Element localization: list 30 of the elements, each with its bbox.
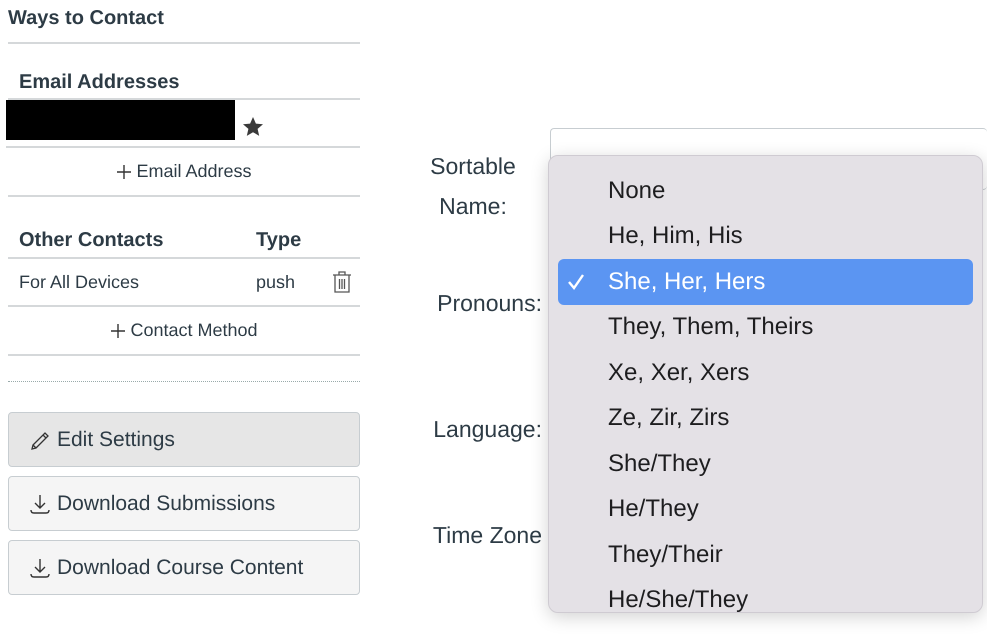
add-contact-method-button[interactable]: Contact Method [110, 320, 258, 341]
action-button[interactable]: Edit Settings [8, 412, 360, 467]
plus-icon [110, 322, 126, 338]
field-label: Language: [432, 415, 542, 443]
download-icon [29, 492, 51, 514]
add-email-button[interactable]: Email Address [116, 161, 252, 182]
menu-item[interactable]: They, Them, Theirs [558, 304, 973, 350]
menu-item[interactable]: Ze, Zir, Zirs [558, 396, 973, 441]
column-header: Email Addresses [19, 70, 180, 94]
column-header: Other Contacts [19, 228, 164, 252]
table-cell-text: For All Devices [19, 272, 140, 292]
column-header: Type [256, 228, 302, 252]
field-label: Time Zone [432, 522, 542, 549]
menu-item[interactable]: He/She/They [558, 578, 973, 623]
download-icon [29, 556, 51, 578]
action-button[interactable]: Download Course Content [8, 540, 360, 595]
section-title: Ways to Contact [8, 0, 360, 44]
checkmark-icon [567, 272, 585, 291]
table-cell-text: push [256, 272, 296, 292]
menu-item[interactable]: She/They [558, 441, 973, 486]
menu-item[interactable]: None [558, 168, 973, 214]
plus-icon [116, 164, 132, 180]
field-label: Sortable Name: [429, 152, 517, 221]
action-button[interactable]: Download Submissions [8, 476, 360, 531]
field-label: Pronouns: [436, 290, 542, 317]
menu-item[interactable]: He, Him, His [558, 214, 973, 259]
menu-item[interactable]: Xe, Xer, Xers [558, 350, 973, 396]
menu-item[interactable]: He/They [558, 486, 973, 532]
menu-item[interactable]: They/Their [558, 532, 973, 578]
trash-icon[interactable] [331, 270, 353, 294]
